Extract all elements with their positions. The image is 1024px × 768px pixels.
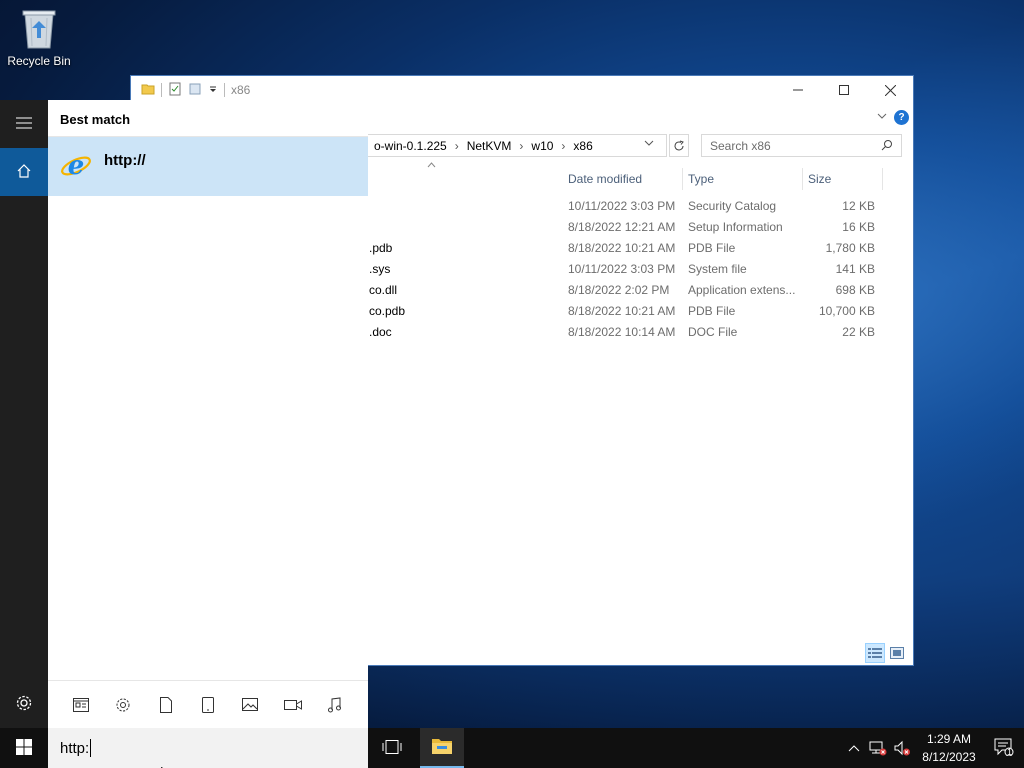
file-type: System file xyxy=(688,262,747,276)
taskbar: http: 1:29 AM 8/12/2023 1 xyxy=(0,728,1024,768)
file-size: 22 KB xyxy=(842,325,875,339)
column-header-date[interactable]: Date modified xyxy=(563,168,683,190)
start-menu-rail xyxy=(0,100,48,728)
details-view-button[interactable] xyxy=(865,643,885,663)
clock-date: 8/12/2023 xyxy=(922,750,976,764)
music-filter-icon[interactable] xyxy=(321,691,349,719)
file-size: 16 KB xyxy=(842,220,875,234)
action-center-button[interactable]: 1 xyxy=(984,728,1024,768)
minimize-button[interactable] xyxy=(775,76,821,104)
home-icon xyxy=(16,163,32,182)
breadcrumb-chevron-icon[interactable]: › xyxy=(561,139,565,153)
task-view-icon xyxy=(382,739,402,757)
column-header-size[interactable]: Size xyxy=(803,168,883,190)
system-tray: 1:29 AM 8/12/2023 1 xyxy=(842,728,1024,768)
file-size: 10,700 KB xyxy=(818,304,875,318)
file-date: 8/18/2022 10:21 AM xyxy=(568,241,676,255)
file-name: .doc xyxy=(369,325,392,339)
breadcrumb-chevron-icon[interactable]: › xyxy=(519,139,523,153)
file-size: 141 KB xyxy=(835,262,875,276)
best-match-result[interactable]: e http:// xyxy=(48,137,368,196)
svg-text:e: e xyxy=(68,151,85,181)
refresh-button[interactable] xyxy=(669,134,689,157)
internet-explorer-icon: e xyxy=(60,149,92,184)
file-date: 8/18/2022 2:02 PM xyxy=(568,283,670,297)
mouse-cursor-icon xyxy=(160,762,169,768)
show-hidden-icons-button[interactable] xyxy=(842,728,866,768)
network-icon[interactable] xyxy=(866,728,890,768)
notification-count-badge: 1 xyxy=(1007,747,1013,757)
folder-icon xyxy=(141,82,155,99)
window-title: x86 xyxy=(231,83,251,97)
videos-filter-icon[interactable] xyxy=(279,691,307,719)
expand-ribbon-icon[interactable] xyxy=(877,109,887,123)
large-icons-view-button[interactable] xyxy=(887,643,907,663)
search-placeholder: Search x86 xyxy=(710,138,771,153)
file-type: Setup Information xyxy=(688,220,783,234)
file-size: 698 KB xyxy=(835,283,875,297)
file-date: 10/11/2022 3:03 PM xyxy=(568,199,676,213)
breadcrumb-item[interactable]: w10 xyxy=(531,139,553,153)
help-icon[interactable]: ? xyxy=(894,110,909,125)
apps-filter-icon[interactable] xyxy=(67,691,95,719)
address-bar[interactable]: o-win-0.1.225 › NetKVM › w10 › x86 xyxy=(367,134,667,157)
settings-button[interactable] xyxy=(0,680,48,728)
breadcrumb-item[interactable]: NetKVM xyxy=(467,139,512,153)
close-button[interactable] xyxy=(867,76,913,104)
file-name: co.pdb xyxy=(369,304,406,318)
settings-filter-icon[interactable] xyxy=(109,691,137,719)
file-type: PDB File xyxy=(688,304,736,318)
task-view-button[interactable] xyxy=(370,728,414,768)
file-name: .sys xyxy=(369,262,391,276)
file-name: .pdb xyxy=(369,241,393,255)
breadcrumb-item[interactable]: o-win-0.1.225 xyxy=(374,139,447,153)
file-type: Security Catalog xyxy=(688,199,777,213)
recycle-bin-label: Recycle Bin xyxy=(7,54,71,68)
documents-filter-icon[interactable] xyxy=(152,691,180,719)
breadcrumb-chevron-icon[interactable]: › xyxy=(455,139,459,153)
file-size: 12 KB xyxy=(842,199,875,213)
best-match-label: http:// xyxy=(104,152,146,169)
recycle-bin-icon xyxy=(20,6,58,50)
search-query: http: xyxy=(60,739,90,757)
new-folder-icon[interactable] xyxy=(188,82,202,99)
search-filter-bar xyxy=(48,680,368,728)
file-type: Application extens... xyxy=(688,283,796,297)
properties-icon[interactable] xyxy=(168,82,182,99)
best-match-header: Best match xyxy=(48,100,368,137)
home-button[interactable] xyxy=(0,148,48,196)
breadcrumb-item[interactable]: x86 xyxy=(573,139,592,153)
volume-muted-icon[interactable] xyxy=(890,728,914,768)
file-date: 10/11/2022 3:03 PM xyxy=(568,262,676,276)
taskbar-search-input[interactable]: http: xyxy=(48,728,368,768)
file-name: co.dll xyxy=(369,283,398,297)
file-type: PDB File xyxy=(688,241,736,255)
file-size: 1,780 KB xyxy=(825,241,875,255)
maximize-button[interactable] xyxy=(821,76,867,104)
gear-icon xyxy=(15,694,33,715)
file-explorer-icon xyxy=(431,737,453,758)
file-date: 8/18/2022 12:21 AM xyxy=(568,220,676,234)
file-date: 8/18/2022 10:21 AM xyxy=(568,304,676,318)
search-results-panel: Best match e http:// xyxy=(48,100,368,728)
expand-menu-button[interactable] xyxy=(0,100,48,148)
text-caret xyxy=(90,739,92,757)
tablet-filter-icon[interactable] xyxy=(194,691,222,719)
address-history-dropdown-icon[interactable] xyxy=(644,139,654,150)
recycle-bin-desktop-icon[interactable]: Recycle Bin xyxy=(6,6,72,68)
search-input[interactable]: Search x86 xyxy=(701,134,902,157)
search-icon xyxy=(881,139,893,154)
taskbar-file-explorer[interactable] xyxy=(420,728,464,768)
column-header-type[interactable]: Type xyxy=(683,168,803,190)
file-type: DOC File xyxy=(688,325,738,339)
customize-toolbar-icon[interactable] xyxy=(208,83,218,97)
file-date: 8/18/2022 10:14 AM xyxy=(568,325,676,339)
clock-time: 1:29 AM xyxy=(926,732,972,746)
clock[interactable]: 1:29 AM 8/12/2023 xyxy=(914,730,984,766)
windows-logo-icon xyxy=(16,738,32,758)
hamburger-icon xyxy=(16,117,32,132)
start-button[interactable] xyxy=(0,728,48,768)
photos-filter-icon[interactable] xyxy=(236,691,264,719)
